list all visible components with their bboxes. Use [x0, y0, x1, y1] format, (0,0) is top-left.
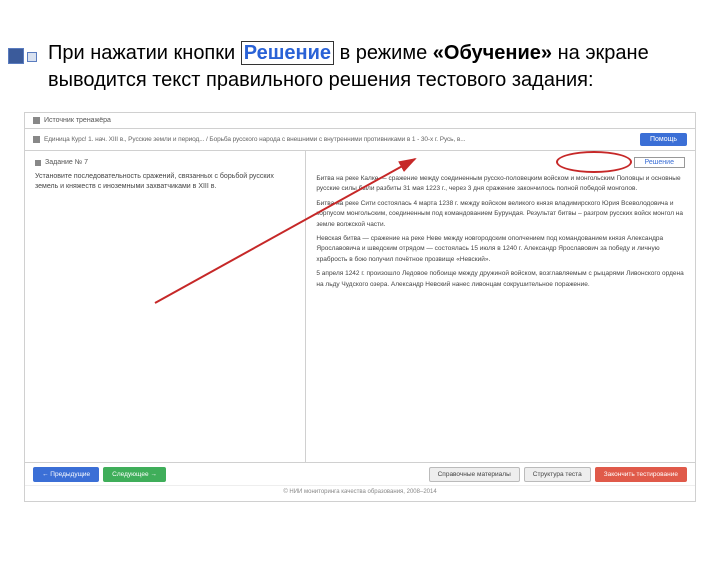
title-mode: «Обучение» [433, 42, 552, 64]
copyright: © НИИ мониторинга качества образования, … [25, 485, 695, 498]
solution-button[interactable]: Решение [634, 157, 685, 168]
toolbar-icon [33, 117, 40, 124]
content-area: Задание № 7 Установите последовательност… [25, 151, 695, 463]
task-text: Установите последовательность сражений, … [35, 172, 295, 192]
task-number: Задание № 7 [45, 159, 88, 166]
solution-para-1: Битва на реке Калке — сражение между сое… [316, 174, 685, 195]
materials-button[interactable]: Справочные материалы [429, 467, 520, 482]
title-pre: При нажатии кнопки [48, 42, 235, 64]
toolbar-row-1: Источник тренажёра [25, 113, 695, 129]
solution-para-2: Битва на реке Сити состоялась 4 марта 12… [316, 199, 685, 230]
finish-button[interactable]: Закончить тестирование [595, 467, 687, 482]
breadcrumb: Единица Курс! 1. нач. XIII в., Русские з… [44, 136, 465, 143]
task-struct-button[interactable]: Структура теста [524, 467, 591, 482]
task-number-row: Задание № 7 [35, 159, 295, 166]
task-panel: Задание № 7 Установите последовательност… [25, 151, 306, 462]
toolbar-row-2: Единица Курс! 1. нач. XIII в., Русские з… [25, 129, 695, 151]
toolbar1-label: Источник тренажёра [44, 117, 111, 124]
slide-corner-decoration [8, 48, 37, 64]
embedded-screenshot: Источник тренажёра Единица Курс! 1. нач.… [24, 112, 696, 502]
slide-title: При нажатии кнопки Решение в режиме «Обу… [48, 40, 680, 94]
solution-para-4: 5 апреля 1242 г. произошло Ледовое побои… [316, 269, 685, 290]
next-button[interactable]: Следующее → [103, 467, 166, 482]
solution-panel: Решение Битва на реке Калке — сражение м… [306, 151, 695, 462]
title-button-word: Решение [241, 41, 334, 65]
help-button[interactable]: Помощь [640, 133, 687, 146]
prev-button[interactable]: ← Предыдущие [33, 467, 99, 482]
task-icon [35, 160, 41, 166]
breadcrumb-icon [33, 136, 40, 143]
title-mid: в режиме [340, 42, 428, 64]
footer-bar: ← Предыдущие Следующее → Справочные мате… [25, 463, 695, 485]
solution-para-3: Невская битва — сражение на реке Неве ме… [316, 234, 685, 265]
